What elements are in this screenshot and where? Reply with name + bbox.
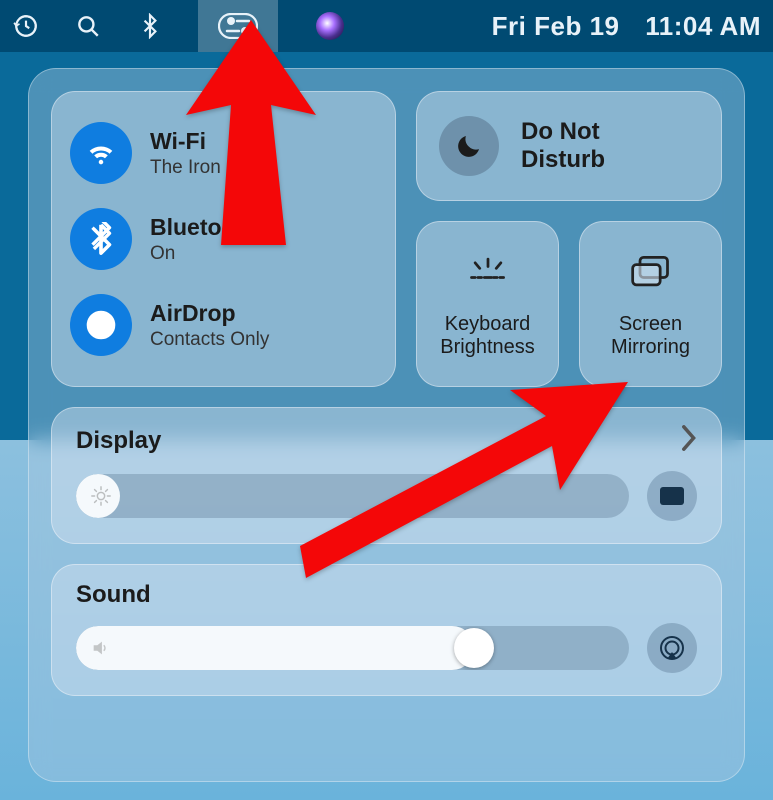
sound-tile[interactable]: Sound [51, 564, 722, 696]
menubar-time: 11:04 AM [645, 11, 761, 41]
screen-mirroring-icon [629, 250, 673, 299]
sound-title: Sound [76, 581, 151, 609]
airdrop-subtitle: Contacts Only [150, 329, 269, 351]
dnd-label-line2: Disturb [521, 146, 605, 174]
time-machine-icon[interactable] [12, 12, 40, 40]
wifi-subtitle: The Iron Dome [150, 157, 277, 179]
bluetooth-icon [70, 208, 132, 270]
display-device-button[interactable] [647, 471, 697, 521]
airdrop-toggle[interactable]: AirDrop Contacts Only [70, 294, 377, 356]
wifi-icon [70, 122, 132, 184]
screen-mirroring-l2: Mirroring [611, 336, 690, 359]
spotlight-icon[interactable] [74, 12, 102, 40]
chevron-right-icon[interactable] [679, 424, 697, 457]
sound-volume-slider[interactable] [76, 626, 629, 670]
control-center-panel: Wi-Fi The Iron Dome Bluetooth On AirDr [28, 68, 745, 782]
keyboard-brightness-button[interactable]: Keyboard Brightness [416, 221, 559, 387]
moon-icon [439, 116, 499, 176]
airdrop-title: AirDrop [150, 300, 269, 327]
bluetooth-title: Bluetooth [150, 214, 257, 241]
siri-icon[interactable] [312, 8, 348, 44]
airdrop-icon [70, 294, 132, 356]
bluetooth-subtitle: On [150, 243, 257, 265]
screen-mirroring-button[interactable]: Screen Mirroring [579, 221, 722, 387]
menubar-date: Fri Feb 19 [492, 11, 620, 41]
do-not-disturb-toggle[interactable]: Do Not Disturb [416, 91, 722, 201]
connectivity-tile[interactable]: Wi-Fi The Iron Dome Bluetooth On AirDr [51, 91, 396, 387]
bluetooth-menu-icon[interactable] [136, 12, 164, 40]
menubar-clock[interactable]: Fri Feb 19 11:04 AM [492, 11, 761, 42]
menubar-left [12, 0, 348, 52]
keyboard-brightness-l1: Keyboard [440, 313, 535, 336]
menubar: Fri Feb 19 11:04 AM [0, 0, 773, 52]
wifi-title: Wi-Fi [150, 128, 277, 155]
wifi-toggle[interactable]: Wi-Fi The Iron Dome [70, 122, 377, 184]
bluetooth-toggle[interactable]: Bluetooth On [70, 208, 377, 270]
dnd-label-line1: Do Not [521, 118, 605, 146]
screen-mirroring-l1: Screen [611, 313, 690, 336]
keyboard-brightness-l2: Brightness [440, 336, 535, 359]
display-title: Display [76, 427, 161, 455]
control-center-menu-icon[interactable] [198, 0, 278, 52]
keyboard-brightness-icon [466, 250, 510, 299]
display-brightness-slider[interactable] [76, 474, 629, 518]
airplay-audio-button[interactable] [647, 623, 697, 673]
display-tile[interactable]: Display [51, 407, 722, 544]
